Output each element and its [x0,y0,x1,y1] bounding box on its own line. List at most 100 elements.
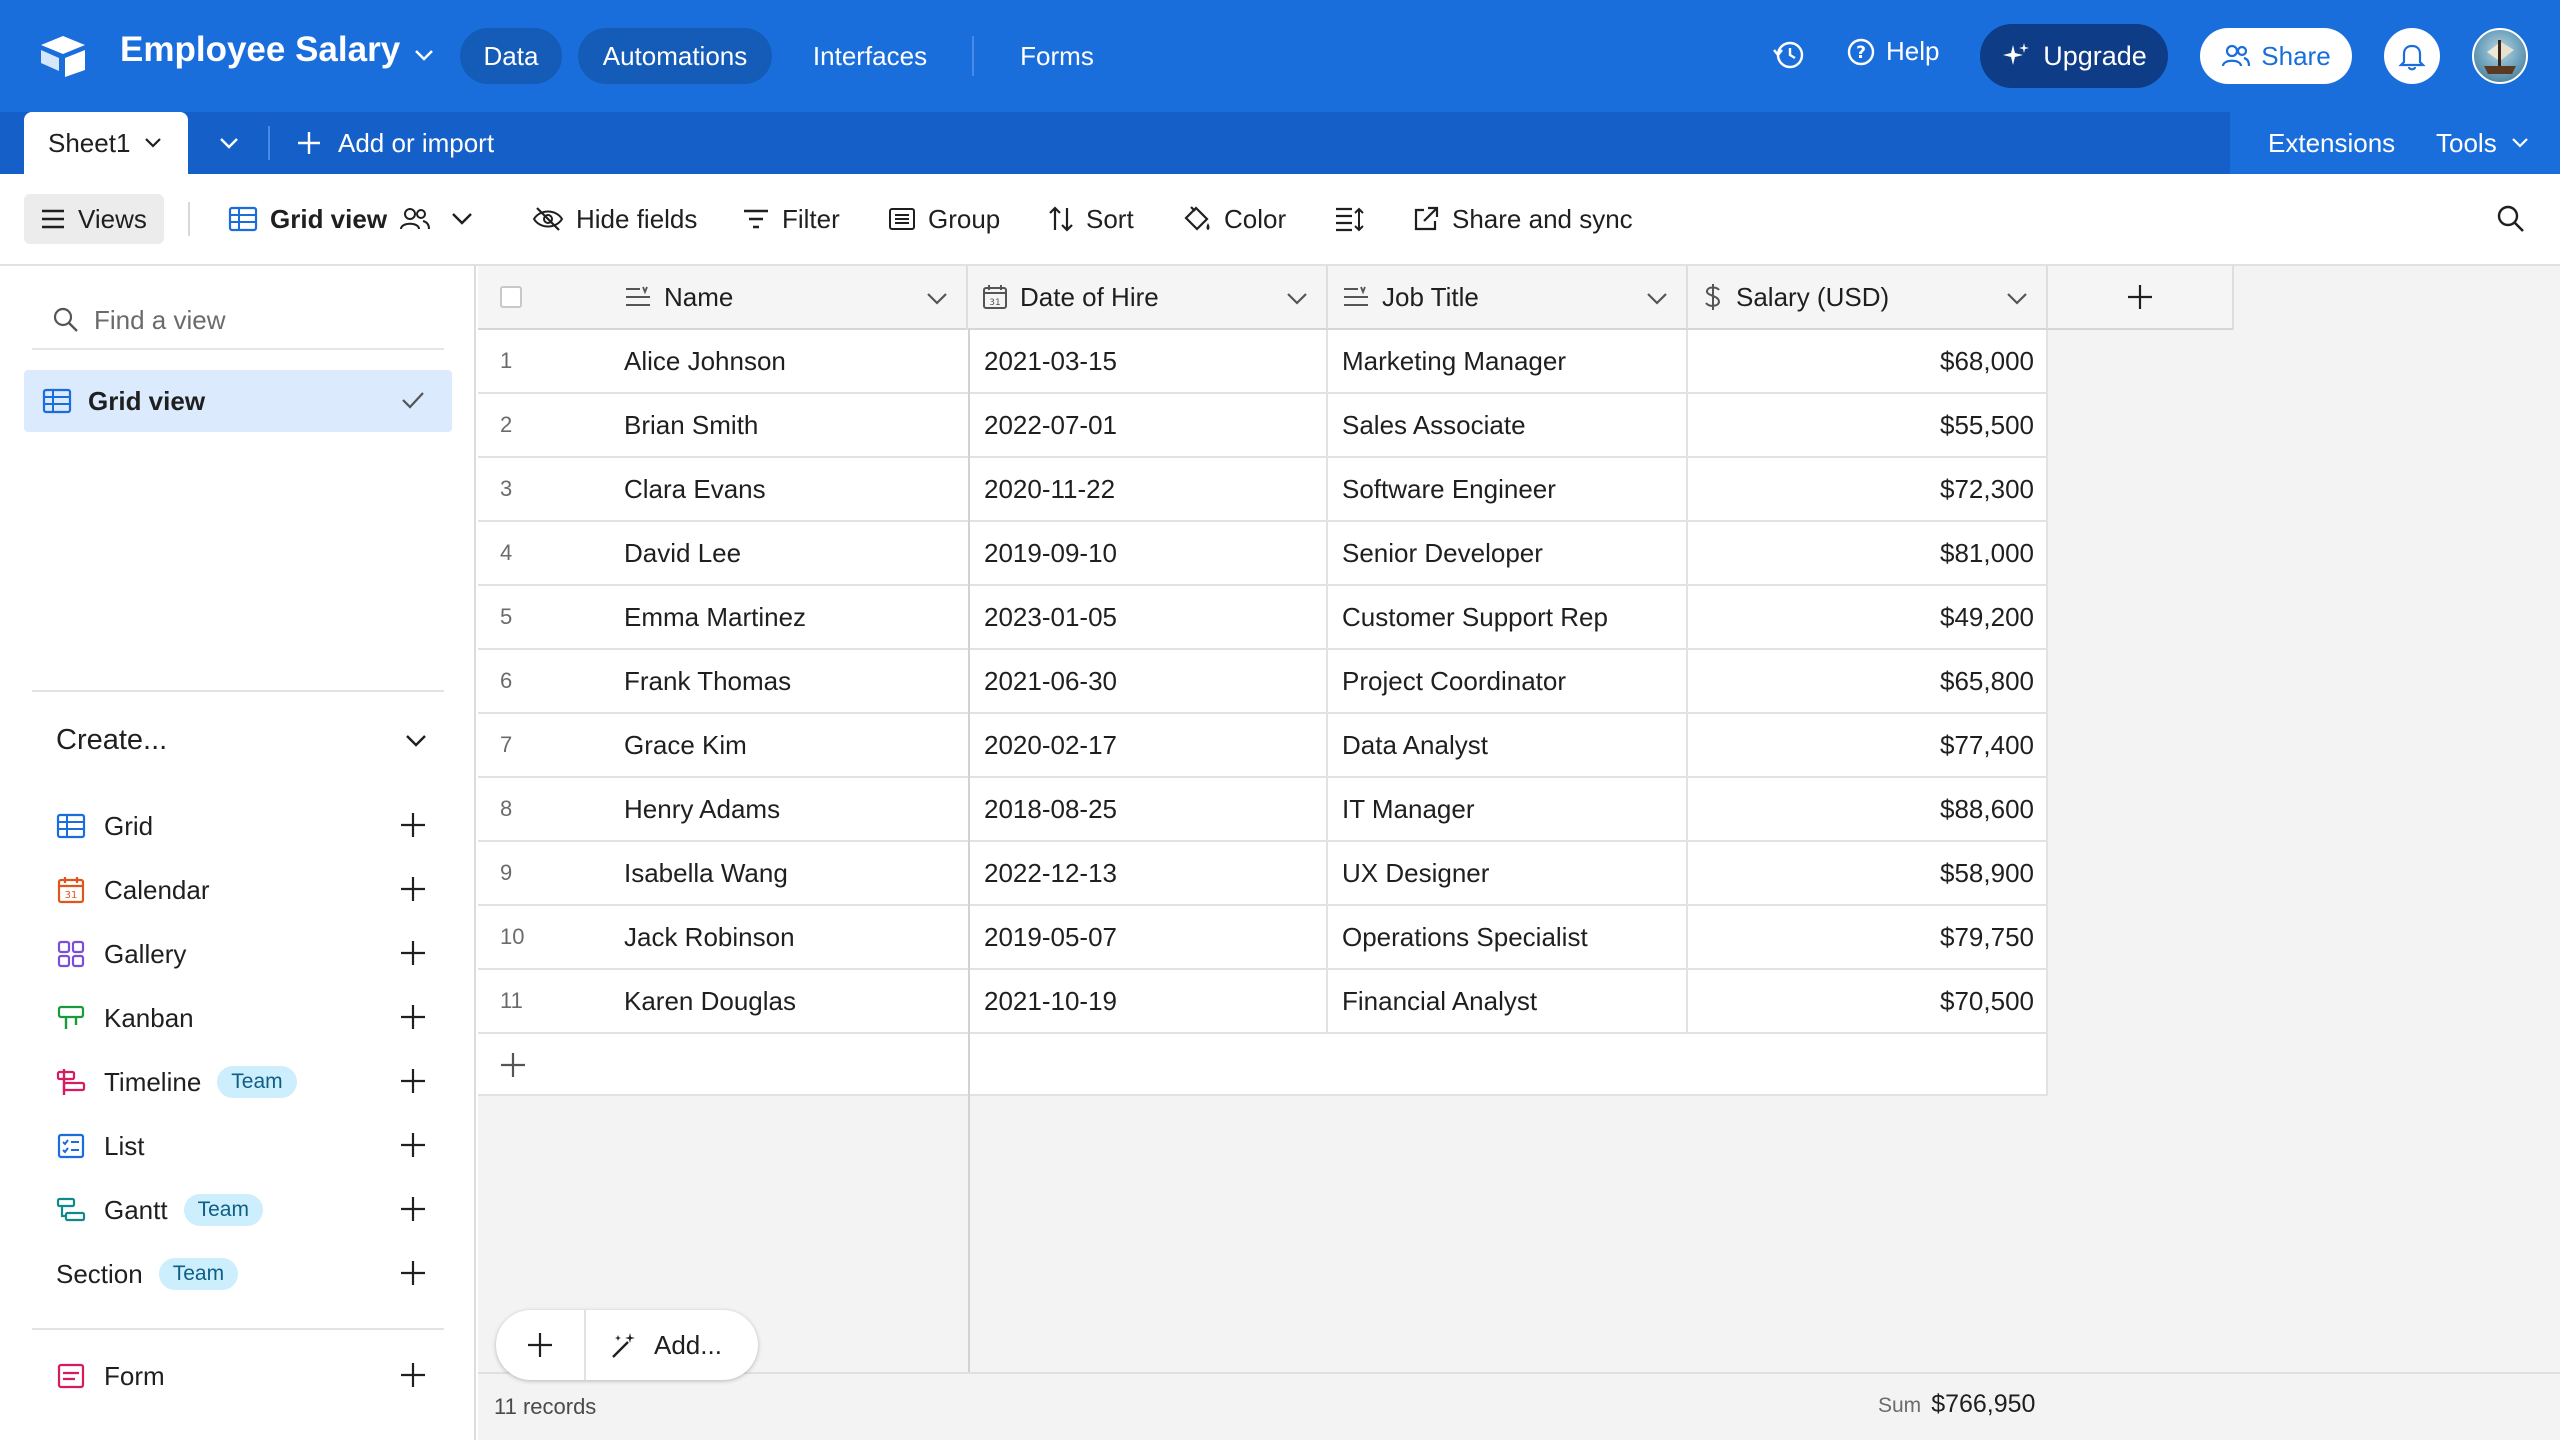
create-grid[interactable]: Grid [56,804,428,848]
create-calendar[interactable]: 31 Calendar [56,868,428,912]
filter-button[interactable]: Filter [742,194,840,244]
cell-date-of-hire[interactable]: 2019-09-10 [968,522,1328,584]
cell-job-title[interactable]: Marketing Manager [1328,330,1688,392]
upgrade-button[interactable]: Upgrade [1980,24,2168,88]
table-row[interactable]: 11 Karen Douglas 2021-10-19 Financial Analy… [478,970,2048,1034]
table-row[interactable]: 3 Clara Evans 2020-11-22 Software Engineer $… [478,458,2048,522]
views-button[interactable]: Views [24,194,164,244]
cell-salary[interactable]: $88,600 [1688,778,2048,840]
cell-salary[interactable]: $77,400 [1688,714,2048,776]
cell-salary[interactable]: $79,750 [1688,906,2048,968]
cell-job-title[interactable]: Software Engineer [1328,458,1688,520]
table-row[interactable]: 1 Alice Johnson 2021-03-15 Marketing Manage… [478,330,2048,394]
create-timeline[interactable]: Timeline Team [56,1060,428,1104]
cell-name[interactable]: Grace Kim [598,714,968,776]
cell-date-of-hire[interactable]: 2018-08-25 [968,778,1328,840]
cell-name[interactable]: Emma Martinez [598,586,968,648]
create-gantt[interactable]: Gantt Team [56,1188,428,1232]
cell-date-of-hire[interactable]: 2019-05-07 [968,906,1328,968]
table-row[interactable]: 8 Henry Adams 2018-08-25 IT Manager $88,600 [478,778,2048,842]
cell-name[interactable]: Jack Robinson [598,906,968,968]
cell-salary[interactable]: $72,300 [1688,458,2048,520]
cell-name[interactable]: Clara Evans [598,458,968,520]
cell-date-of-hire[interactable]: 2021-03-15 [968,330,1328,392]
cell-date-of-hire[interactable]: 2021-10-19 [968,970,1328,1032]
table-row[interactable]: 5 Emma Martinez 2023-01-05 Customer Support… [478,586,2048,650]
create-list[interactable]: List [56,1124,428,1168]
column-header-date-of-hire[interactable]: 31 Date of Hire [968,266,1328,330]
cell-salary[interactable]: $55,500 [1688,394,2048,456]
cell-salary[interactable]: $68,000 [1688,330,2048,392]
help-button[interactable]: ? Help [1846,36,1939,67]
cell-job-title[interactable]: Sales Associate [1328,394,1688,456]
create-section-header[interactable]: Create... [56,724,428,757]
cell-salary[interactable]: $81,000 [1688,522,2048,584]
cell-salary[interactable]: $58,900 [1688,842,2048,904]
add-field-button[interactable] [2048,266,2234,330]
nav-interfaces[interactable]: Interfaces [796,28,944,84]
search-icon[interactable] [2496,194,2526,244]
add-with-ai-button[interactable]: Add... [586,1330,722,1361]
grid-view-switcher[interactable]: Grid view [228,194,473,244]
all-tables-chevron-icon[interactable] [214,128,244,163]
cell-name[interactable]: Brian Smith [598,394,968,456]
cell-name[interactable]: Alice Johnson [598,330,968,392]
tab-sheet1[interactable]: Sheet1 [24,112,188,174]
column-header-job-title[interactable]: Job Title [1328,266,1688,330]
salary-sum-summary[interactable]: Sum $766,950 [1878,1390,2035,1419]
cell-date-of-hire[interactable]: 2021-06-30 [968,650,1328,712]
table-row[interactable]: 2 Brian Smith 2022-07-01 Sales Associate $55… [478,394,2048,458]
find-view-input[interactable]: Find a view [32,292,444,350]
cell-date-of-hire[interactable]: 2022-07-01 [968,394,1328,456]
column-header-salary[interactable]: Salary (USD) [1688,266,2048,330]
nav-automations[interactable]: Automations [578,28,772,84]
create-gallery[interactable]: Gallery [56,932,428,976]
sidebar-view-grid-view[interactable]: Grid view [24,370,452,432]
notifications-bell-icon[interactable] [2384,28,2440,84]
cell-job-title[interactable]: Operations Specialist [1328,906,1688,968]
cell-date-of-hire[interactable]: 2020-11-22 [968,458,1328,520]
group-button[interactable]: Group [888,194,1000,244]
cell-job-title[interactable]: Senior Developer [1328,522,1688,584]
table-row[interactable]: 10 Jack Robinson 2019-05-07 Operations Spec… [478,906,2048,970]
share-and-sync-button[interactable]: Share and sync [1412,194,1633,244]
cell-name[interactable]: David Lee [598,522,968,584]
tools-button[interactable]: Tools [2436,124,2529,162]
cell-job-title[interactable]: UX Designer [1328,842,1688,904]
share-button[interactable]: Share [2200,28,2352,84]
cell-name[interactable]: Henry Adams [598,778,968,840]
user-avatar[interactable] [2472,28,2528,84]
add-record-row[interactable] [478,1034,2048,1096]
create-kanban[interactable]: Kanban [56,996,428,1040]
cell-job-title[interactable]: Financial Analyst [1328,970,1688,1032]
cell-name[interactable]: Karen Douglas [598,970,968,1032]
cell-name[interactable]: Frank Thomas [598,650,968,712]
cell-salary[interactable]: $70,500 [1688,970,2048,1032]
cell-date-of-hire[interactable]: 2023-01-05 [968,586,1328,648]
cell-date-of-hire[interactable]: 2022-12-13 [968,842,1328,904]
select-all-checkbox[interactable] [500,286,522,308]
table-row[interactable]: 9 Isabella Wang 2022-12-13 UX Designer $58,9… [478,842,2048,906]
add-or-import-button[interactable]: Add or import [296,124,494,162]
sort-button[interactable]: Sort [1048,194,1134,244]
cell-job-title[interactable]: IT Manager [1328,778,1688,840]
nav-data[interactable]: Data [460,28,562,84]
cell-job-title[interactable]: Data Analyst [1328,714,1688,776]
nav-forms[interactable]: Forms [1004,28,1110,84]
cell-date-of-hire[interactable]: 2020-02-17 [968,714,1328,776]
base-title[interactable]: Employee Salary [120,30,434,70]
column-header-name[interactable]: Name [478,266,968,330]
table-row[interactable]: 4 David Lee 2019-09-10 Senior Developer $81,… [478,522,2048,586]
history-icon[interactable] [1772,38,1806,77]
cell-job-title[interactable]: Customer Support Rep [1328,586,1688,648]
cell-salary[interactable]: $65,800 [1688,650,2048,712]
extensions-button[interactable]: Extensions [2268,124,2395,162]
create-section[interactable]: Section Team [56,1252,428,1296]
app-logo-icon[interactable] [38,34,88,78]
hide-fields-button[interactable]: Hide fields [532,194,697,244]
cell-salary[interactable]: $49,200 [1688,586,2048,648]
cell-name[interactable]: Isabella Wang [598,842,968,904]
table-row[interactable]: 6 Frank Thomas 2021-06-30 Project Coordinat… [478,650,2048,714]
add-record-button[interactable] [496,1310,586,1380]
row-height-icon[interactable] [1334,194,1364,244]
